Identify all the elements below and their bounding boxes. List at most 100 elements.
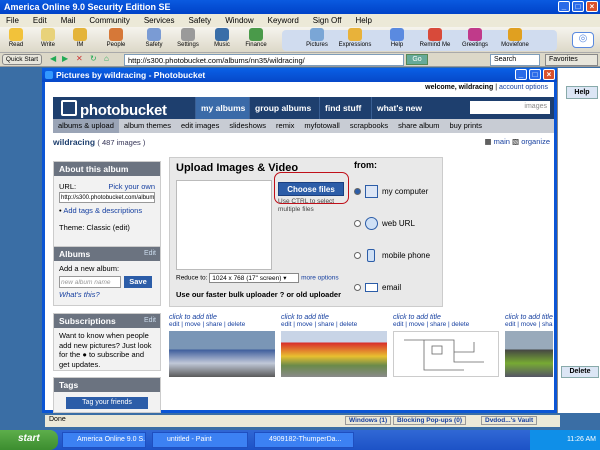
thumb-actions[interactable]: edit | move | share | delete — [169, 321, 275, 328]
favorites-button[interactable]: Favorites — [545, 54, 598, 66]
menu-window[interactable]: Window — [225, 16, 253, 25]
quick-start-button[interactable]: Quick Start — [2, 54, 42, 65]
menu-file[interactable]: File — [6, 16, 19, 25]
forward-icon[interactable]: ▶ — [62, 54, 68, 63]
thumb-image[interactable] — [169, 331, 275, 377]
search-button[interactable]: Search — [490, 54, 540, 66]
toolbar-remind-me[interactable]: Remind Me — [418, 28, 452, 48]
toolbar-read[interactable]: Read — [2, 28, 30, 48]
thumb-image[interactable] — [505, 331, 553, 377]
go-button[interactable]: Go — [406, 54, 428, 65]
menu-help[interactable]: Help — [356, 16, 372, 25]
tab-find-stuff[interactable]: find stuff — [319, 97, 366, 119]
thumb-title[interactable]: click to add title — [393, 314, 499, 321]
vault-status[interactable]: Dvdod...'s Vault — [481, 416, 538, 425]
save-album-button[interactable]: Save — [124, 275, 152, 288]
task-paint[interactable]: untitled - Paint — [152, 432, 248, 448]
subnav-share-album[interactable]: share album — [393, 119, 444, 133]
child-close-button[interactable]: × — [543, 69, 555, 80]
radio-web-url[interactable] — [354, 220, 361, 227]
menu-signoff[interactable]: Sign Off — [313, 16, 342, 25]
thumb-actions[interactable]: edit | move | share | delete — [393, 321, 499, 328]
toolbar-safety[interactable]: Safety — [140, 28, 168, 48]
menu-keyword[interactable]: Keyword — [268, 16, 299, 25]
radio-mobile-phone[interactable] — [354, 252, 361, 259]
username[interactable]: wildracing — [53, 137, 95, 147]
subnav-remix[interactable]: remix — [271, 119, 299, 133]
close-button[interactable]: × — [586, 1, 598, 12]
photobucket-logo[interactable]: photobucket — [61, 100, 167, 119]
search-input[interactable]: images — [470, 101, 550, 114]
subnav-albums-upload[interactable]: albums & upload — [53, 119, 119, 133]
subscriptions-edit-link[interactable]: Edit — [144, 317, 156, 324]
toolbar-moviefone[interactable]: Moviefone — [498, 28, 532, 48]
toolbar-finance[interactable]: Finance — [242, 28, 270, 48]
radio-my-computer[interactable] — [354, 188, 361, 195]
delete-button[interactable]: Delete — [561, 366, 599, 378]
subnav-myfotowall[interactable]: myfotowall — [299, 119, 344, 133]
menu-edit[interactable]: Edit — [33, 16, 47, 25]
toolbar-music[interactable]: Music — [208, 28, 236, 48]
account-options-link[interactable]: account options — [499, 84, 548, 91]
menu-mail[interactable]: Mail — [61, 16, 76, 25]
album-url-field[interactable]: http://s300.photobucket.com/album — [59, 191, 155, 203]
subnav-scrapbooks[interactable]: scrapbooks — [345, 119, 393, 133]
more-options-link[interactable]: more options — [301, 275, 339, 282]
thumb-image[interactable] — [393, 331, 499, 377]
menu-services[interactable]: Services — [144, 16, 175, 25]
help-button[interactable]: Help — [566, 86, 598, 99]
toolbar-greetings[interactable]: Greetings — [458, 28, 492, 48]
toolbar-pictures[interactable]: Pictures — [300, 28, 334, 48]
subnav-album-themes[interactable]: album themes — [119, 119, 176, 133]
radio-email[interactable] — [354, 284, 361, 291]
toolbar-help[interactable]: Help — [380, 28, 414, 48]
view-organize-link[interactable]: organize — [521, 137, 550, 146]
windows-count[interactable]: Windows (1) — [345, 416, 392, 425]
tab-group-albums[interactable]: group albums — [249, 97, 316, 119]
pick-your-own-link[interactable]: Pick your own — [108, 182, 155, 192]
add-tags-link[interactable]: Add tags & descriptions — [63, 206, 142, 215]
thumb-title[interactable]: click to add title — [505, 314, 553, 321]
tab-my-albums[interactable]: my albums — [195, 97, 251, 119]
task-thumper[interactable]: 4909182-ThumperDa... — [254, 432, 354, 448]
thumb-title[interactable]: click to add title — [281, 314, 387, 321]
popup-blocker[interactable]: Blocking Pop-ups (0) — [393, 416, 466, 425]
bulk-uploader-text[interactable]: Use our faster bulk uploader ? or old up… — [176, 290, 341, 299]
subnav-buy-prints[interactable]: buy prints — [444, 119, 487, 133]
tag-friends-button[interactable]: Tag your friends — [66, 397, 148, 409]
subnav-slideshows[interactable]: slideshows — [224, 119, 271, 133]
maximize-button[interactable]: □ — [572, 1, 584, 12]
tab-whats-new[interactable]: what's new — [371, 97, 427, 119]
reload-icon[interactable]: ↻ — [90, 54, 97, 63]
source-mobile-phone[interactable]: mobile phone — [354, 248, 442, 264]
resize-select[interactable]: 1024 x 768 (17" screen) ▾ — [209, 273, 300, 283]
toolbar-expressions[interactable]: Expressions — [338, 28, 372, 48]
thumb-actions[interactable]: edit | move | share | delete — [281, 321, 387, 328]
task-aol[interactable]: America Online 9.0 S... — [62, 432, 146, 448]
view-main-link[interactable]: main — [494, 137, 510, 146]
menu-community[interactable]: Community — [89, 16, 129, 25]
toolbar-write[interactable]: Write — [34, 28, 62, 48]
home-icon[interactable]: ⌂ — [104, 54, 109, 63]
source-web-url[interactable]: web URL — [354, 216, 442, 232]
start-button[interactable]: start — [0, 430, 58, 450]
source-email[interactable]: email — [354, 280, 442, 296]
url-input[interactable]: http://s300.photobucket.com/albums/nn35/… — [124, 54, 404, 66]
stop-icon[interactable]: ✕ — [76, 54, 83, 63]
child-maximize-button[interactable]: □ — [529, 69, 541, 80]
menu-safety[interactable]: Safety — [189, 16, 212, 25]
thumb-actions[interactable]: edit | move | share | delete — [505, 321, 553, 328]
back-icon[interactable]: ◀ — [50, 54, 56, 63]
minimize-button[interactable]: _ — [558, 1, 570, 12]
whats-this-link[interactable]: What's this? — [59, 290, 155, 300]
toolbar-im[interactable]: IM — [66, 28, 94, 48]
toolbar-settings[interactable]: Settings — [174, 28, 202, 48]
source-my-computer[interactable]: my computer — [354, 184, 442, 200]
albums-edit-link[interactable]: Edit — [144, 250, 156, 257]
thumb-title[interactable]: click to add title — [169, 314, 275, 321]
child-minimize-button[interactable]: _ — [515, 69, 527, 80]
new-album-input[interactable]: new album name — [59, 275, 121, 288]
toolbar-people[interactable]: People — [102, 28, 130, 48]
thumb-image[interactable] — [281, 331, 387, 377]
subnav-edit-images[interactable]: edit images — [176, 119, 224, 133]
